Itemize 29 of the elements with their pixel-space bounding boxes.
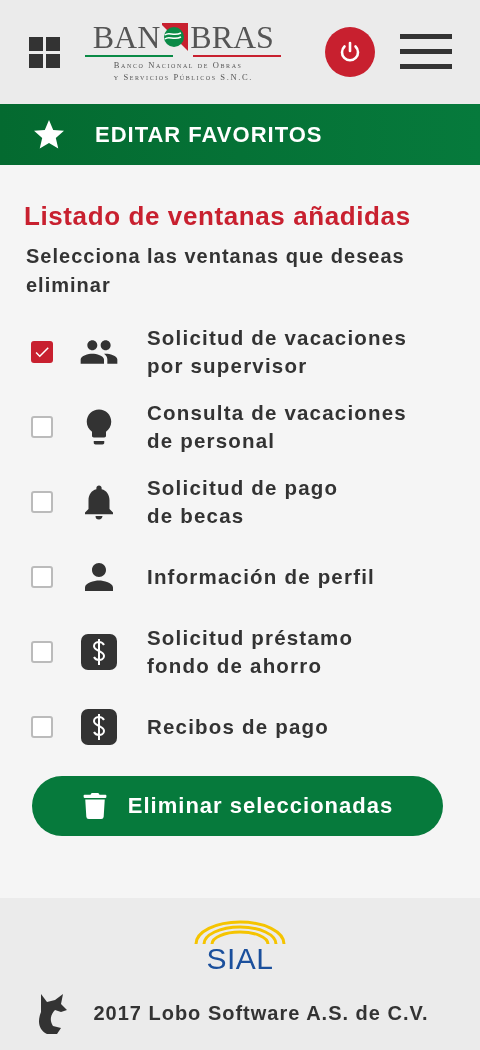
item-label: Información de perfil — [147, 563, 375, 590]
checkbox[interactable] — [31, 415, 53, 438]
grid-icon[interactable] — [29, 36, 60, 68]
logo-subtitle: Banco Nacional de Obras y Servicios Públicos S.N.C. — [113, 60, 253, 83]
power-button[interactable] — [324, 27, 375, 77]
trash-icon — [81, 793, 108, 819]
section-title: EDITAR FAVORITOS — [95, 121, 323, 148]
item-label: Solicitud préstamo fondo de ahorro — [147, 624, 354, 679]
checkbox[interactable] — [31, 490, 53, 513]
delete-button[interactable]: Eliminar seleccionadas — [32, 776, 443, 836]
checkbox[interactable] — [31, 715, 53, 738]
copyright-text: 2017 Lobo Software A.S. de C.V. — [93, 1001, 429, 1025]
dollar-icon — [81, 708, 117, 745]
sial-logo: SIAL — [206, 944, 274, 974]
logo-text: BRAS — [190, 21, 274, 54]
item-label: Solicitud de vacaciones por supervisor — [147, 324, 408, 379]
dollar-icon — [81, 633, 117, 670]
checkbox[interactable] — [31, 565, 53, 588]
logo-emblem-icon — [160, 23, 191, 52]
checkbox[interactable] — [31, 640, 53, 663]
instructions-text: Selecciona las ventanas que deseas eliminar — [26, 244, 406, 298]
item-label: Recibos de pago — [147, 713, 330, 740]
list-heading: Listado de ventanas añadidas — [24, 201, 412, 232]
checkbox[interactable] — [31, 340, 53, 363]
sun-arcs-icon — [192, 920, 288, 944]
menu-icon[interactable] — [400, 34, 452, 70]
item-label: Consulta de vacaciones de personal — [147, 399, 407, 454]
item-label: Solicitud de pago de becas — [147, 474, 339, 529]
logo-text: BAN — [92, 21, 161, 54]
